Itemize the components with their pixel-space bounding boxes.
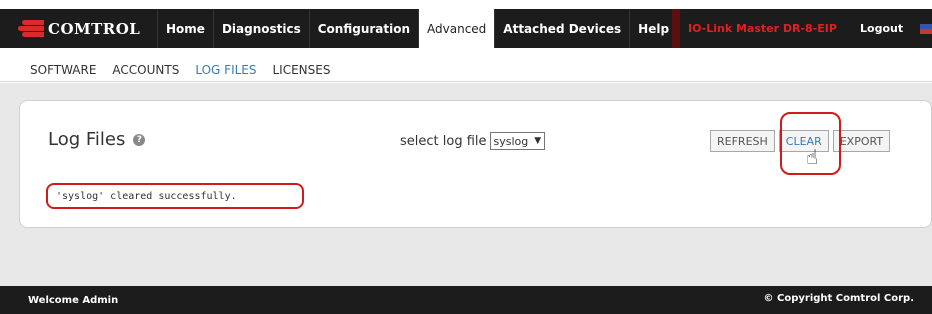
welcome-text: Welcome Admin [28, 295, 119, 306]
logout-link[interactable]: Logout [860, 9, 903, 48]
subnav-licenses[interactable]: LICENSES [273, 58, 331, 81]
logo-text: COMTROL [48, 19, 141, 38]
nav-home[interactable]: Home [157, 9, 213, 48]
subnav-log-files[interactable]: LOG FILES [195, 58, 256, 81]
log-file-selector: select log file syslog ▼ [400, 132, 546, 150]
select-value: syslog [493, 134, 529, 148]
nav-advanced[interactable]: Advanced [418, 9, 495, 48]
logo-icon [18, 18, 44, 40]
footer: Welcome Admin © Copyright Comtrol Corp. [0, 286, 932, 314]
help-icon[interactable]: ? [133, 133, 146, 146]
status-message: 'syslog' cleared successfully. [46, 183, 304, 209]
export-button[interactable]: EXPORT [832, 130, 891, 152]
chevron-down-icon: ▼ [534, 136, 542, 146]
top-navigation: COMTROL Home Diagnostics Configuration A… [0, 0, 932, 58]
log-files-panel: Log Files ? select log file syslog ▼ REF… [19, 100, 932, 228]
copyright-text: © Copyright Comtrol Corp. [763, 293, 914, 304]
subnav-software[interactable]: SOFTWARE [30, 58, 96, 81]
nav-divider [672, 9, 680, 48]
main-nav: Home Diagnostics Configuration Advanced … [157, 9, 677, 48]
page-title-text: Log Files [48, 129, 126, 150]
device-name: IO-Link Master DR-8-EIP [688, 22, 837, 35]
nav-help[interactable]: Help [629, 9, 677, 48]
hand-cursor-icon: ☝ [806, 145, 819, 169]
nav-configuration[interactable]: Configuration [308, 9, 418, 48]
log-file-select[interactable]: syslog ▼ [489, 132, 546, 150]
content-area: Log Files ? select log file syslog ▼ REF… [0, 83, 932, 286]
nav-diagnostics[interactable]: Diagnostics [212, 9, 309, 48]
page-title: Log Files ? [48, 129, 146, 150]
select-label: select log file [400, 133, 487, 149]
nav-attached-devices[interactable]: Attached Devices [494, 9, 629, 48]
refresh-button[interactable]: REFRESH [710, 130, 775, 152]
sub-navigation: SOFTWARE ACCOUNTS LOG FILES LICENSES [0, 58, 932, 82]
subnav-accounts[interactable]: ACCOUNTS [112, 58, 179, 81]
language-flag-icon[interactable] [920, 24, 932, 34]
comtrol-logo[interactable]: COMTROL [18, 9, 140, 48]
